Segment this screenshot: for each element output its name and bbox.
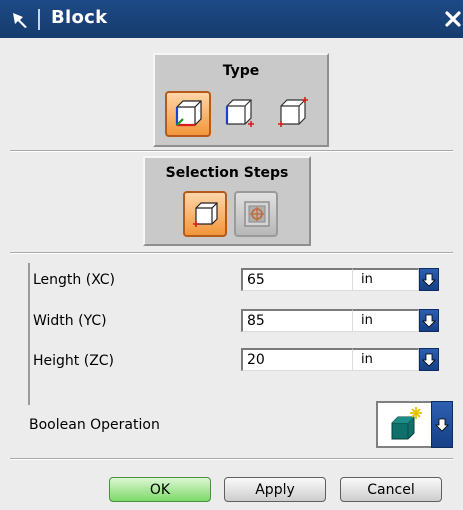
type-group-title: Type: [222, 63, 260, 79]
arrow-down-icon: [422, 314, 436, 328]
origin-point-step-icon: [193, 202, 218, 227]
step-origin-point-button[interactable]: [183, 191, 227, 237]
pin-icon[interactable]: [9, 9, 31, 31]
close-icon[interactable]: [443, 8, 463, 30]
parameters-panel-edge: [28, 263, 30, 405]
window-title: Block: [51, 7, 108, 28]
ok-button[interactable]: OK: [109, 477, 211, 502]
height-label: Height (ZC): [33, 353, 115, 369]
two-points-and-height-icon: [225, 99, 254, 127]
target-body-step-icon: [244, 201, 270, 227]
type-divider: [10, 150, 453, 152]
selection-steps-group: Selection Steps: [143, 156, 311, 246]
footer-divider: [10, 458, 453, 460]
two-diagonal-points-icon: [278, 97, 308, 127]
title-bar[interactable]: Block: [0, 0, 463, 38]
type-origin-edge-lengths-button[interactable]: [165, 91, 211, 137]
height-unit-dropdown-button[interactable]: [419, 348, 439, 371]
length-unit-dropdown-button[interactable]: [419, 268, 439, 291]
title-separator: [38, 9, 40, 30]
boolean-operation-label: Boolean Operation: [29, 417, 160, 433]
arrow-down-icon: [435, 418, 449, 432]
cancel-button[interactable]: Cancel: [340, 477, 442, 502]
width-input[interactable]: 85: [241, 309, 353, 332]
apply-button[interactable]: Apply: [224, 477, 326, 502]
width-label: Width (YC): [33, 313, 107, 329]
boolean-operation-dropdown-button[interactable]: [431, 401, 453, 448]
arrow-down-icon: [422, 273, 436, 287]
type-two-points-height-button[interactable]: [219, 91, 265, 137]
length-label: Length (XC): [33, 272, 116, 288]
arrow-down-icon: [422, 353, 436, 367]
selection-steps-title: Selection Steps: [165, 165, 289, 181]
create-body-icon: [391, 407, 422, 440]
height-unit-select[interactable]: in: [353, 348, 419, 371]
boolean-operation-select[interactable]: [376, 401, 431, 448]
width-unit-dropdown-button[interactable]: [419, 309, 439, 332]
length-unit-select[interactable]: in: [353, 268, 419, 291]
origin-and-edge-lengths-icon: [175, 100, 202, 127]
length-input[interactable]: 65: [241, 268, 353, 291]
step-target-body-button[interactable]: [234, 191, 278, 237]
height-input[interactable]: 20: [241, 348, 353, 371]
type-group: Type: [153, 53, 329, 147]
width-unit-select[interactable]: in: [353, 309, 419, 332]
steps-divider: [10, 252, 453, 254]
type-two-diagonal-points-button[interactable]: [273, 91, 319, 137]
